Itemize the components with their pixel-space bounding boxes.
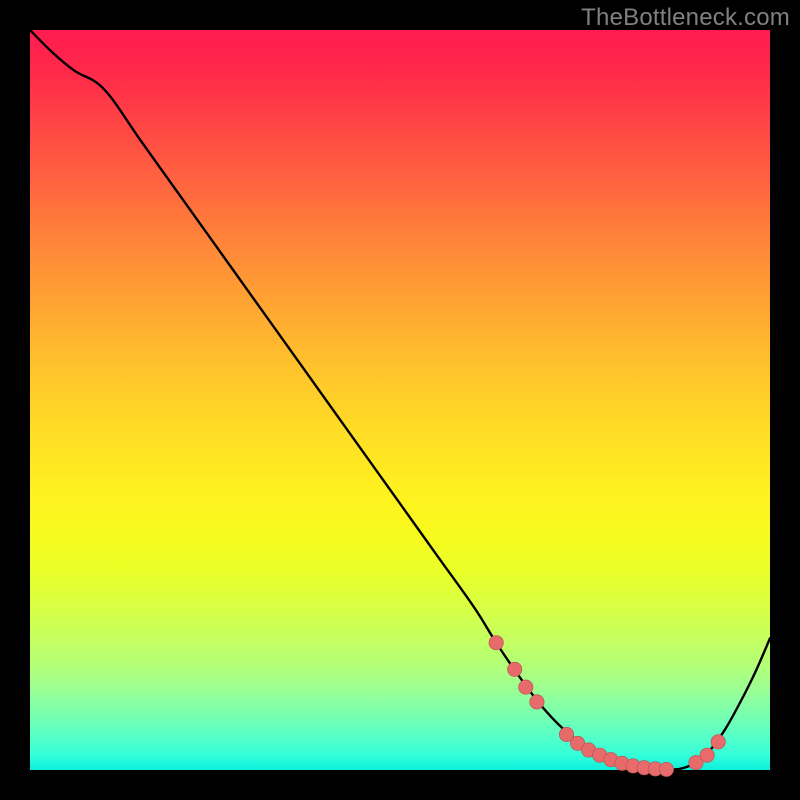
highlight-dot <box>519 680 533 694</box>
chart-frame: TheBottleneck.com <box>0 0 800 800</box>
highlight-dot <box>489 636 503 650</box>
highlight-dot <box>711 735 725 749</box>
bottleneck-curve <box>30 30 770 770</box>
highlight-dot <box>530 695 544 709</box>
highlight-dots <box>489 636 725 777</box>
highlight-dot <box>700 748 714 762</box>
highlight-dot <box>659 762 673 776</box>
highlight-dot <box>508 662 522 676</box>
curve-layer <box>30 30 770 770</box>
plot-area <box>30 30 770 770</box>
watermark-text: TheBottleneck.com <box>581 4 790 32</box>
